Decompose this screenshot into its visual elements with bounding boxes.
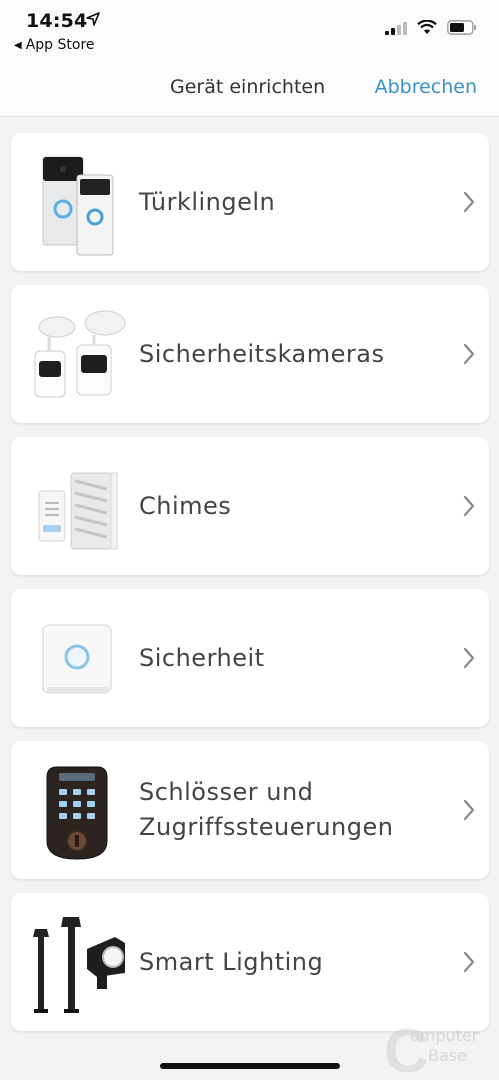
smart-lights-image-icon	[33, 917, 125, 1013]
security-camera-image-icon	[34, 310, 126, 398]
category-card-doorbells[interactable]: Türklingeln	[11, 133, 489, 271]
watermark-line1: omputer	[410, 1026, 479, 1045]
doorbell-image-icon	[42, 156, 114, 256]
back-to-app-store[interactable]: ◀ App Store	[14, 37, 95, 53]
location-arrow-icon	[86, 12, 100, 26]
category-label: Sicherheit	[139, 643, 265, 672]
chevron-right-icon	[463, 647, 475, 669]
chevron-right-icon	[463, 951, 475, 973]
category-label: Smart Lighting	[139, 947, 324, 976]
chime-image-icon	[38, 472, 118, 550]
chevron-right-icon	[463, 799, 475, 821]
smart-lock-image-icon	[46, 766, 108, 860]
category-label: Chimes	[139, 491, 232, 520]
wifi-icon	[417, 20, 437, 34]
back-app-label: App Store	[25, 37, 95, 53]
category-card-security-cameras[interactable]: Sicherheitskameras	[11, 285, 489, 423]
status-bar: 14:54 ◀ App Store	[0, 0, 499, 62]
cellular-signal-icon	[385, 21, 407, 35]
system-icons	[385, 20, 477, 35]
alarm-base-station-image-icon	[42, 624, 112, 694]
chevron-right-icon	[463, 495, 475, 517]
category-card-smart-lighting[interactable]: Smart Lighting	[11, 893, 489, 1031]
chevron-right-icon	[463, 343, 475, 365]
category-label: Sicherheitskameras	[139, 339, 385, 368]
chevron-right-icon	[463, 191, 475, 213]
category-card-locks-access[interactable]: Schlösser und Zugriffssteuerungen	[11, 741, 489, 879]
computerbase-watermark: C omputer Base	[384, 1017, 494, 1080]
category-card-chimes[interactable]: Chimes	[11, 437, 489, 575]
category-card-security[interactable]: Sicherheit	[11, 589, 489, 727]
back-triangle-icon: ◀	[14, 39, 22, 51]
category-label: Schlösser und Zugriffssteuerungen	[139, 778, 394, 841]
watermark-line2: Base	[428, 1046, 467, 1065]
category-label: Türklingeln	[139, 187, 276, 216]
home-indicator[interactable]	[160, 1063, 340, 1069]
cancel-button[interactable]: Abbrechen	[375, 76, 477, 98]
status-time: 14:54	[26, 10, 88, 32]
battery-icon	[447, 20, 476, 35]
navigation-bar: Gerät einrichten Abbrechen	[0, 62, 499, 117]
page-title: Gerät einrichten	[170, 76, 326, 98]
